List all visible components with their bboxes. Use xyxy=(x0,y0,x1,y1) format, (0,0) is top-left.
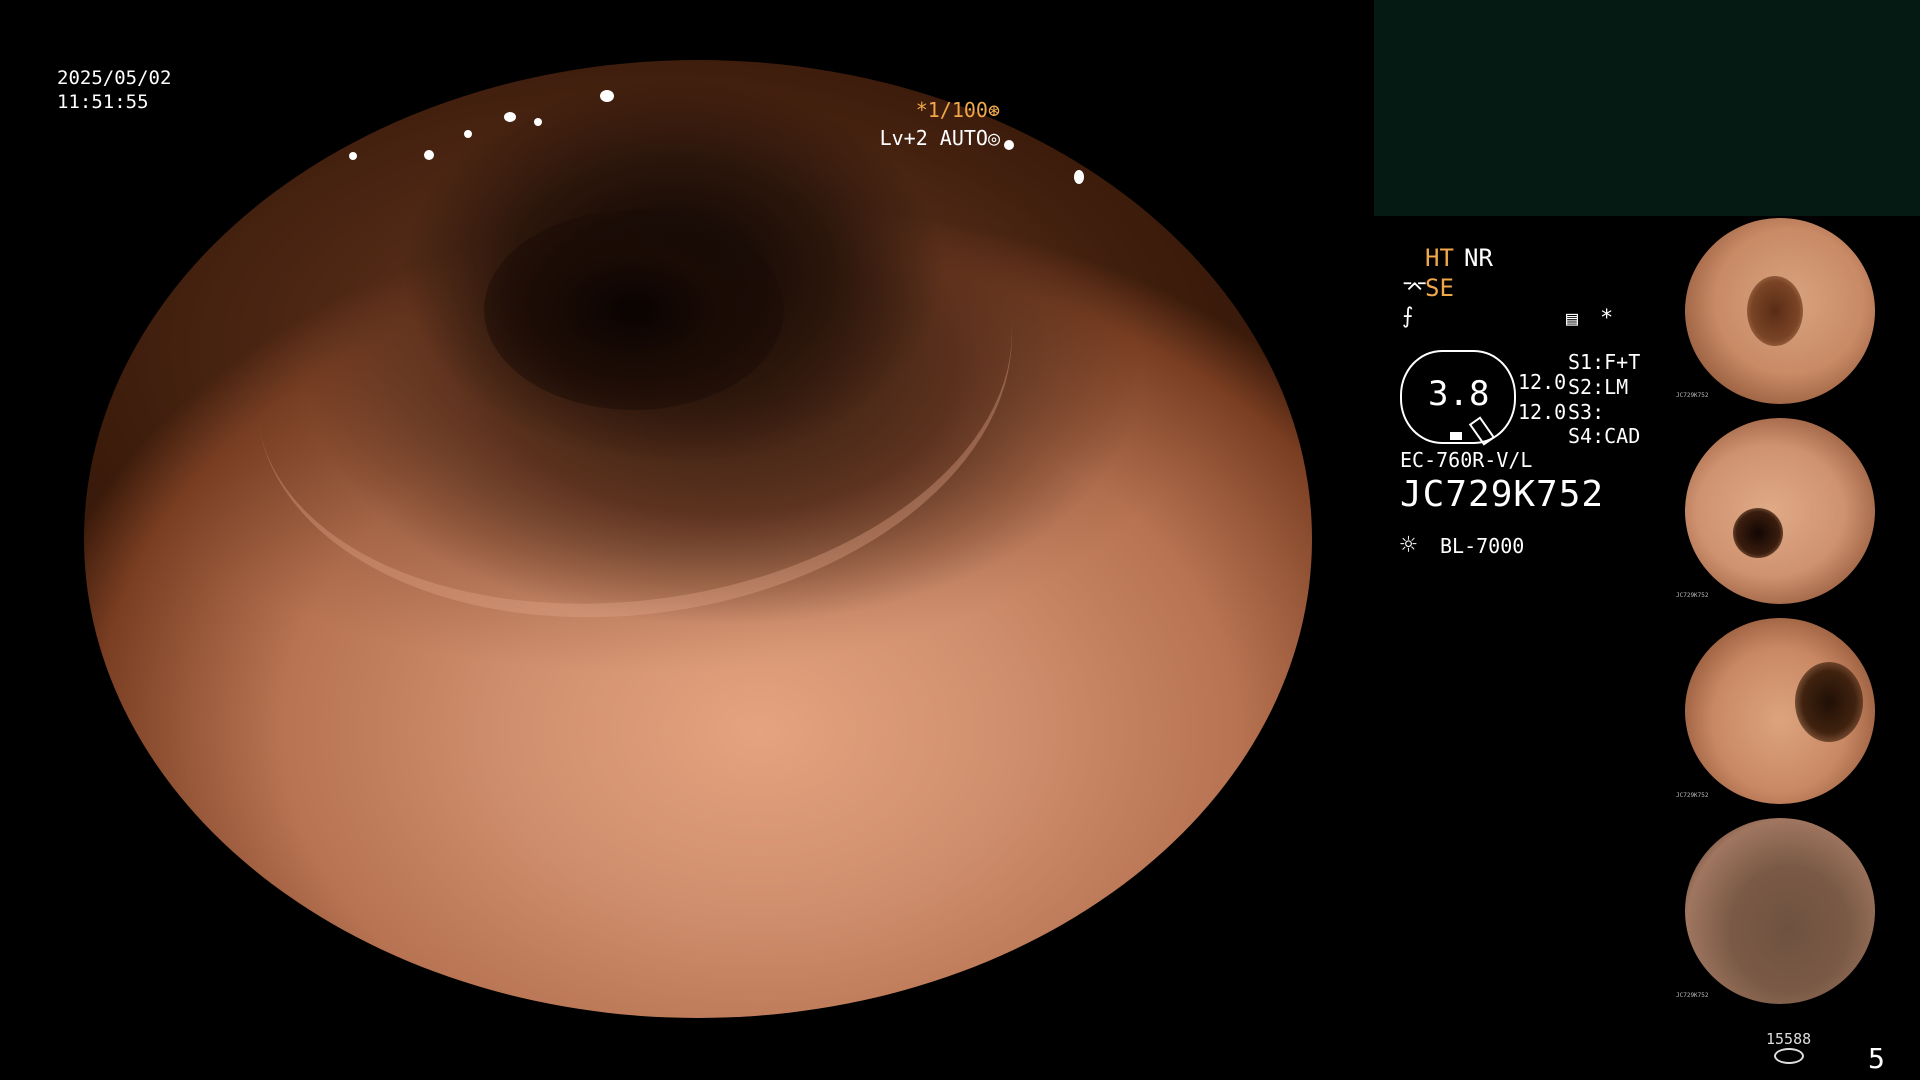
thumbnail-image xyxy=(1685,218,1875,404)
thumbnail-column: JC729K752 JC729K752 JC729K752 JC729K752 xyxy=(1672,216,1920,1016)
thumbnail-image xyxy=(1685,418,1875,604)
se-indicator: SE xyxy=(1425,274,1454,302)
switch-4: S4:CAD xyxy=(1568,424,1641,448)
scope-model: EC-760R-V/L xyxy=(1400,448,1533,472)
function-icon: ⨍ xyxy=(1402,304,1414,329)
star-icon: * xyxy=(1600,306,1614,331)
badge-square-icon xyxy=(1450,432,1462,440)
magnification-value: 3.8 xyxy=(1428,374,1490,414)
switch-1: S1:F+T xyxy=(1568,350,1641,374)
specular-highlight xyxy=(227,880,307,1000)
image-count: 15588 xyxy=(1766,1030,1812,1048)
list-icon: ▤ xyxy=(1566,306,1579,330)
thumbnail[interactable]: JC729K752 xyxy=(1672,816,1920,1012)
lumen-center xyxy=(1747,276,1803,346)
lumen-center xyxy=(484,210,784,410)
thumbnail-caption: JC729K752 xyxy=(1676,992,1709,999)
thumbnail[interactable]: JC729K752 xyxy=(1672,416,1920,612)
specular-spot xyxy=(504,112,516,122)
thumbnail-caption: JC729K752 xyxy=(1676,592,1709,599)
time-text: 11:51:55 xyxy=(57,91,149,113)
se-icon: ⌤ xyxy=(1402,276,1428,301)
date-text: 2025/05/02 xyxy=(57,67,172,89)
specular-spot xyxy=(464,130,472,138)
thumbnail-image xyxy=(1685,818,1875,1004)
thumbnail[interactable]: JC729K752 xyxy=(1672,216,1920,412)
switch-2: S2:LM xyxy=(1568,375,1629,399)
specular-spot xyxy=(1074,170,1084,184)
specular-spot xyxy=(1004,140,1014,150)
endoscope-view xyxy=(0,0,1372,1080)
preview-panel xyxy=(1374,0,1920,216)
specular-spot xyxy=(349,152,357,160)
specular-spot xyxy=(534,118,542,126)
thumbnail[interactable]: JC729K752 xyxy=(1672,616,1920,812)
lumen-center xyxy=(1733,508,1783,558)
setting-value-2: 12.0 xyxy=(1518,400,1567,424)
level-readout: Lv+2 AUTO◎ xyxy=(879,126,1000,150)
nr-indicator: NR xyxy=(1464,244,1493,272)
specular-spot xyxy=(424,150,434,160)
thumbnail-caption: JC729K752 xyxy=(1676,792,1709,799)
lumen-center xyxy=(1795,662,1863,742)
specular-spot xyxy=(600,90,614,102)
scope-serial: JC729K752 xyxy=(1400,474,1605,515)
ht-indicator: HT xyxy=(1425,244,1454,272)
scope-image xyxy=(84,60,1312,1018)
switch-3: S3: xyxy=(1568,400,1605,424)
thumbnail-caption: JC729K752 xyxy=(1676,392,1709,399)
thumbnail-image xyxy=(1685,618,1875,804)
light-source: BL-7000 xyxy=(1440,534,1525,558)
disk-icon xyxy=(1774,1048,1804,1064)
shutter-readout: *1/100⊛ xyxy=(915,98,1000,122)
light-source-icon: ☼ xyxy=(1400,528,1417,561)
page-number: 5 xyxy=(1868,1042,1885,1075)
setting-value-1: 12.0 xyxy=(1518,370,1567,394)
